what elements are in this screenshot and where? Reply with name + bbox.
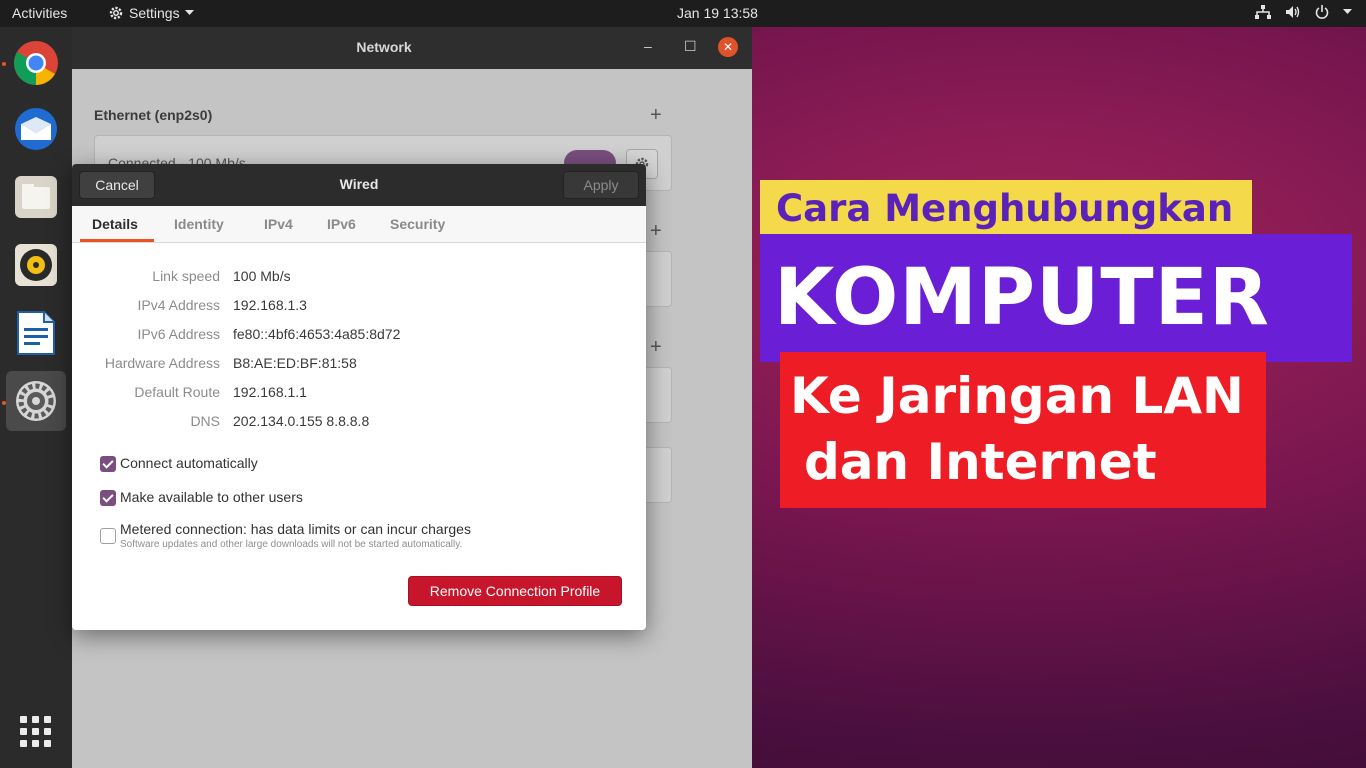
add-connection-button[interactable]: +	[650, 104, 662, 127]
dock-rhythmbox[interactable]	[6, 235, 66, 295]
dock-chrome[interactable]	[6, 33, 66, 93]
writer-icon	[17, 311, 55, 355]
add-vpn-button[interactable]: +	[650, 220, 662, 243]
connect-automatically-checkbox[interactable]	[100, 456, 116, 472]
dialog-title: Wired	[339, 176, 379, 192]
metered-connection-hint: Software updates and other large downloa…	[120, 539, 463, 550]
wired-dialog: Wired Cancel Apply Details Identity IPv4…	[72, 164, 646, 630]
ipv4-address-value: 192.168.1.3	[233, 297, 307, 313]
available-to-users-checkbox[interactable]	[100, 490, 116, 506]
close-icon[interactable]: ✕	[718, 37, 738, 57]
hardware-address-value: B8:AE:ED:BF:81:58	[233, 355, 357, 371]
dialog-header: Wired Cancel Apply	[72, 164, 646, 206]
connect-automatically-label[interactable]: Connect automatically	[120, 455, 258, 471]
available-to-users-label[interactable]: Make available to other users	[120, 489, 303, 505]
link-speed-label: Link speed	[152, 268, 220, 284]
dns-label: DNS	[190, 413, 220, 429]
ipv4-address-label: IPv4 Address	[137, 297, 221, 313]
tab-bar: Details Identity IPv4 IPv6 Security	[72, 206, 646, 243]
dock-writer[interactable]	[6, 303, 66, 363]
dock-settings[interactable]	[6, 371, 66, 431]
ipv6-address-label: IPv6 Address	[137, 326, 221, 342]
metered-connection-checkbox[interactable]	[100, 528, 116, 544]
link-speed-value: 100 Mb/s	[233, 268, 291, 284]
banner-line-3-box: Ke Jaringan LAN dan Internet	[780, 352, 1266, 508]
app-menu-settings[interactable]: Settings	[108, 5, 194, 21]
minimize-icon[interactable]: –	[644, 38, 652, 54]
tab-identity[interactable]: Identity	[174, 216, 224, 232]
gear-icon	[109, 6, 123, 20]
ipv6-address-value: fe80::4bf6:4653:4a85:8d72	[233, 326, 401, 342]
power-icon	[1315, 5, 1329, 19]
top-bar: Activities Settings Jan 19 13:58	[0, 0, 1366, 27]
tab-ipv4[interactable]: IPv4	[264, 216, 293, 232]
app-menu-label: Settings	[129, 5, 180, 21]
ethernet-section-title: Ethernet (enp2s0)	[94, 107, 213, 123]
chevron-down-icon	[184, 10, 194, 15]
files-icon	[15, 176, 57, 218]
network-window-header: Network – ☐ ✕	[72, 27, 752, 69]
dock-files[interactable]	[6, 167, 66, 227]
activities-button[interactable]: Activities	[12, 5, 67, 21]
dns-value: 202.134.0.155 8.8.8.8	[233, 413, 370, 429]
remove-connection-profile-button[interactable]: Remove Connection Profile	[408, 576, 622, 606]
app-grid-icon	[20, 716, 51, 747]
metered-connection-label[interactable]: Metered connection: has data limits or c…	[120, 521, 471, 537]
selected-tab-indicator	[80, 239, 154, 242]
apply-button[interactable]: Apply	[563, 171, 639, 199]
clock[interactable]: Jan 19 13:58	[677, 5, 758, 21]
system-tray[interactable]	[1255, 5, 1352, 19]
tab-details[interactable]: Details	[92, 216, 138, 232]
banner-line-2: KOMPUTER	[760, 234, 1352, 362]
hardware-address-label: Hardware Address	[104, 355, 220, 371]
cancel-button[interactable]: Cancel	[79, 171, 155, 199]
tab-security[interactable]: Security	[390, 216, 445, 232]
volume-icon	[1286, 6, 1300, 18]
banner-line-1: Cara Menghubungkan	[760, 180, 1252, 240]
window-title: Network	[356, 39, 412, 55]
settings-icon	[16, 381, 56, 421]
banner-line-3: Ke Jaringan LAN	[790, 367, 1244, 425]
banner-line-4: dan Internet	[804, 433, 1157, 491]
maximize-icon[interactable]: ☐	[684, 38, 697, 55]
add-proxy-button[interactable]: +	[650, 336, 662, 359]
dock	[0, 27, 72, 768]
chrome-icon	[14, 41, 58, 85]
thunderbird-icon	[15, 108, 57, 150]
tab-ipv6[interactable]: IPv6	[327, 216, 356, 232]
dock-app-grid[interactable]	[6, 702, 66, 762]
network-icon	[1255, 5, 1271, 19]
dock-thunderbird[interactable]	[6, 99, 66, 159]
default-route-label: Default Route	[134, 384, 220, 400]
rhythmbox-icon	[15, 244, 57, 286]
default-route-value: 192.168.1.1	[233, 384, 307, 400]
chevron-down-icon	[1343, 9, 1352, 14]
